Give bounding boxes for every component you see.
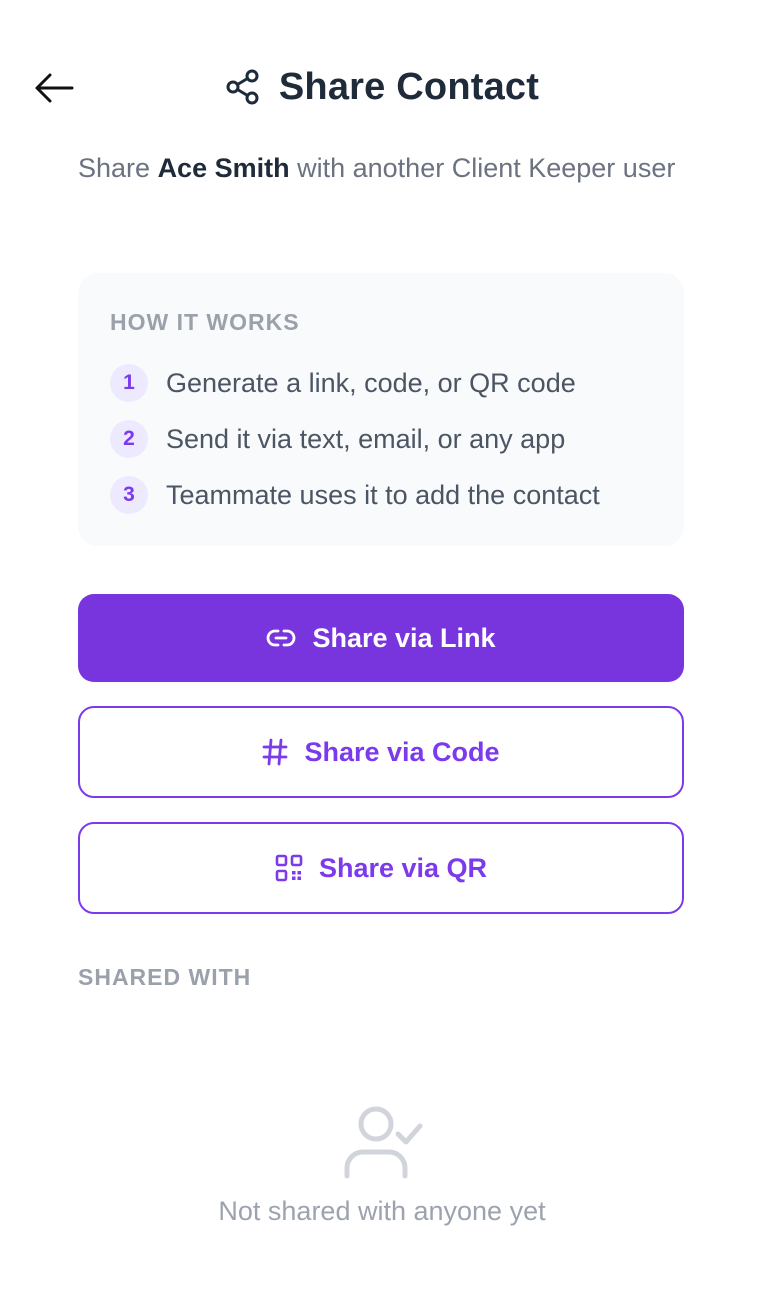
user-check-icon [344, 1106, 423, 1179]
share-via-code-button[interactable]: Share via Code [78, 706, 684, 798]
share-via-qr-label: Share via QR [318, 852, 488, 883]
share-icon [225, 69, 261, 105]
share-via-qr-button[interactable]: Share via QR [78, 822, 684, 914]
empty-state-text: Not shared with anyone yet [218, 1196, 546, 1226]
step-item: 2 Send it via text, email, or any app [110, 419, 565, 459]
share-description: Share Ace Smith with another Client Keep… [78, 148, 684, 188]
description-suffix: with another Client Keeper user [289, 153, 676, 183]
step-number-badge: 2 [110, 420, 148, 458]
share-via-link-button[interactable]: Share via Link [78, 594, 684, 682]
page-title: Share Contact [278, 65, 540, 108]
hash-icon [262, 738, 288, 766]
share-via-code-label: Share via Code [304, 736, 500, 767]
description-prefix: Share [78, 153, 158, 183]
step-number-badge: 3 [110, 476, 148, 514]
step-text: Generate a link, code, or QR code [166, 367, 576, 398]
contact-name: Ace Smith [157, 153, 290, 183]
title-row: Share Contact [0, 62, 764, 112]
step-number-badge: 1 [110, 364, 148, 402]
qr-code-icon [275, 854, 303, 882]
step-item: 1 Generate a link, code, or QR code [110, 363, 576, 403]
step-text: Teammate uses it to add the contact [166, 479, 600, 510]
how-it-works-card: HOW IT WORKS 1 Generate a link, code, or… [78, 273, 684, 546]
share-via-link-label: Share via Link [312, 622, 496, 653]
shared-with-title: SHARED WITH [78, 964, 252, 990]
link-icon [266, 627, 296, 649]
step-text: Send it via text, email, or any app [166, 423, 566, 454]
step-item: 3 Teammate uses it to add the contact [110, 475, 600, 515]
how-it-works-title: HOW IT WORKS [110, 309, 300, 335]
